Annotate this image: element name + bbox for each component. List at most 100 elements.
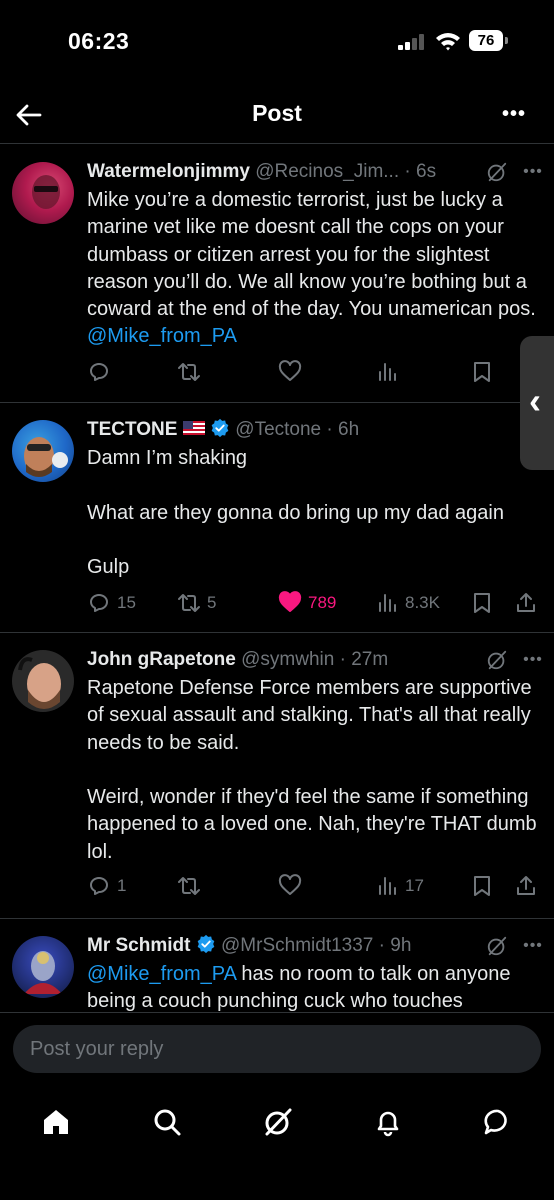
author-name[interactable]: John gRapetone — [87, 649, 236, 670]
mention-link[interactable]: @Mike_from_PA — [87, 325, 237, 347]
verified-badge-icon[interactable] — [196, 934, 216, 954]
messages-icon — [484, 1109, 507, 1135]
notifications-icon — [377, 1111, 399, 1137]
cellular-signal-icon — [398, 34, 424, 50]
tab-search[interactable] — [147, 1102, 187, 1142]
side-panel-handle[interactable]: ‹ — [520, 336, 554, 470]
bookmark-icon — [474, 593, 490, 613]
views-button[interactable] — [375, 357, 405, 387]
reply-count: 1 — [117, 876, 127, 895]
post-text: Damn I’m shaking What are they gonna do … — [87, 447, 504, 579]
post-more-icon[interactable]: ••• — [522, 647, 544, 673]
author-name[interactable]: Mr Schmidt — [87, 935, 190, 956]
bookmark-button[interactable] — [470, 588, 494, 618]
like-button[interactable] — [278, 357, 308, 387]
post-text: Mike you’re a domestic terrorist, just b… — [87, 189, 542, 348]
home-icon — [44, 1110, 68, 1134]
views-icon — [379, 594, 396, 612]
reply-post[interactable]: John gRapetone @symwhin · 27m ••• Rapeto… — [0, 633, 554, 919]
reply-post[interactable]: Watermelonjimmy @Recinos_Jim... · 6s •••… — [0, 145, 554, 403]
author-name[interactable]: Watermelonjimmy — [87, 161, 250, 182]
repost-button[interactable] — [177, 357, 207, 387]
reply-bar — [0, 1012, 554, 1088]
bookmark-icon — [474, 876, 490, 896]
top-nav: Post ••• — [0, 86, 554, 144]
grok-icon[interactable] — [486, 649, 508, 671]
clock: 06:23 — [68, 28, 130, 54]
page-title: Post — [252, 100, 302, 126]
post-actions: 15 5 789 8.3K — [87, 588, 547, 618]
grok-icon[interactable] — [486, 935, 508, 957]
bookmark-icon — [474, 362, 490, 382]
like-button[interactable]: 789 — [278, 588, 336, 618]
more-options-icon[interactable]: ••• — [498, 102, 530, 126]
grok-icon — [265, 1108, 292, 1136]
battery-icon: 76 — [469, 30, 509, 51]
views-button[interactable]: 8.3K — [375, 588, 440, 618]
tab-notifications[interactable] — [368, 1102, 408, 1142]
share-icon — [517, 876, 535, 895]
verified-badge-icon[interactable] — [210, 418, 230, 438]
avatar[interactable] — [12, 420, 74, 482]
heart-icon — [278, 874, 302, 895]
bookmark-button[interactable] — [470, 871, 494, 901]
repost-button[interactable]: 5 — [177, 588, 216, 618]
tab-messages[interactable] — [478, 1102, 518, 1142]
post-actions: 1 17 — [87, 871, 547, 901]
post-actions — [87, 357, 547, 387]
share-button[interactable] — [514, 588, 538, 618]
heart-filled-icon — [278, 591, 302, 612]
us-flag-icon — [182, 421, 205, 435]
views-icon — [379, 363, 396, 381]
battery-level: 76 — [469, 30, 503, 51]
post-text: @Mike_from_PA has no room to talk on any… — [87, 963, 517, 1012]
status-bar: 06:23 76 — [0, 0, 554, 80]
reply-button[interactable]: 1 — [87, 871, 126, 901]
reply-count: 15 — [117, 593, 136, 612]
author-handle[interactable]: @Tectone — [235, 419, 321, 440]
reply-post[interactable]: TECTONE @Tectone · 6h Damn I’m shaking W… — [0, 403, 554, 633]
post-more-icon[interactable]: ••• — [522, 933, 544, 959]
repost-button[interactable] — [177, 871, 207, 901]
heart-icon — [278, 360, 302, 381]
avatar[interactable] — [12, 936, 74, 998]
bookmark-button[interactable] — [470, 357, 494, 387]
avatar[interactable] — [12, 650, 74, 712]
like-button[interactable] — [278, 871, 308, 901]
repost-count: 5 — [207, 593, 217, 612]
author-handle[interactable]: @MrSchmidt1337 — [221, 935, 373, 956]
author-name[interactable]: TECTONE — [87, 419, 177, 440]
post-text: Rapetone Defense Force members are suppo… — [87, 677, 537, 863]
tab-grok[interactable] — [258, 1102, 298, 1142]
repost-icon — [178, 594, 200, 612]
share-icon — [517, 593, 535, 612]
reply-icon — [90, 363, 108, 381]
grok-icon[interactable] — [486, 161, 508, 183]
search-icon — [154, 1109, 181, 1136]
post-time: · 27m — [339, 649, 389, 670]
mention-link[interactable]: @Mike_from_PA — [87, 963, 236, 985]
reply-icon — [90, 877, 108, 895]
post-time: · 6h — [326, 419, 360, 440]
post-time: · 6s — [404, 161, 437, 182]
author-handle[interactable]: @symwhin — [241, 649, 334, 670]
tab-home[interactable] — [36, 1102, 76, 1142]
author-handle[interactable]: @Recinos_Jim... — [255, 161, 399, 182]
bottom-tab-bar — [0, 1088, 554, 1200]
wifi-icon — [436, 33, 460, 51]
reply-button[interactable]: 15 — [87, 588, 136, 618]
post-time: · 9h — [378, 935, 412, 956]
views-icon — [379, 877, 396, 895]
avatar[interactable] — [12, 162, 74, 224]
reply-input[interactable] — [13, 1025, 541, 1073]
repost-icon — [178, 877, 200, 895]
share-button[interactable] — [514, 871, 538, 901]
post-more-icon[interactable]: ••• — [522, 159, 544, 185]
like-count: 789 — [308, 593, 337, 612]
reply-button[interactable] — [87, 357, 117, 387]
reply-post[interactable]: Mr Schmidt @MrSchmidt1337 · 9h ••• @Mike… — [0, 919, 554, 1012]
chevron-left-icon: ‹ — [529, 380, 541, 421]
view-count: 8.3K — [405, 593, 440, 612]
reply-icon — [90, 594, 108, 612]
views-button[interactable]: 17 — [375, 871, 424, 901]
